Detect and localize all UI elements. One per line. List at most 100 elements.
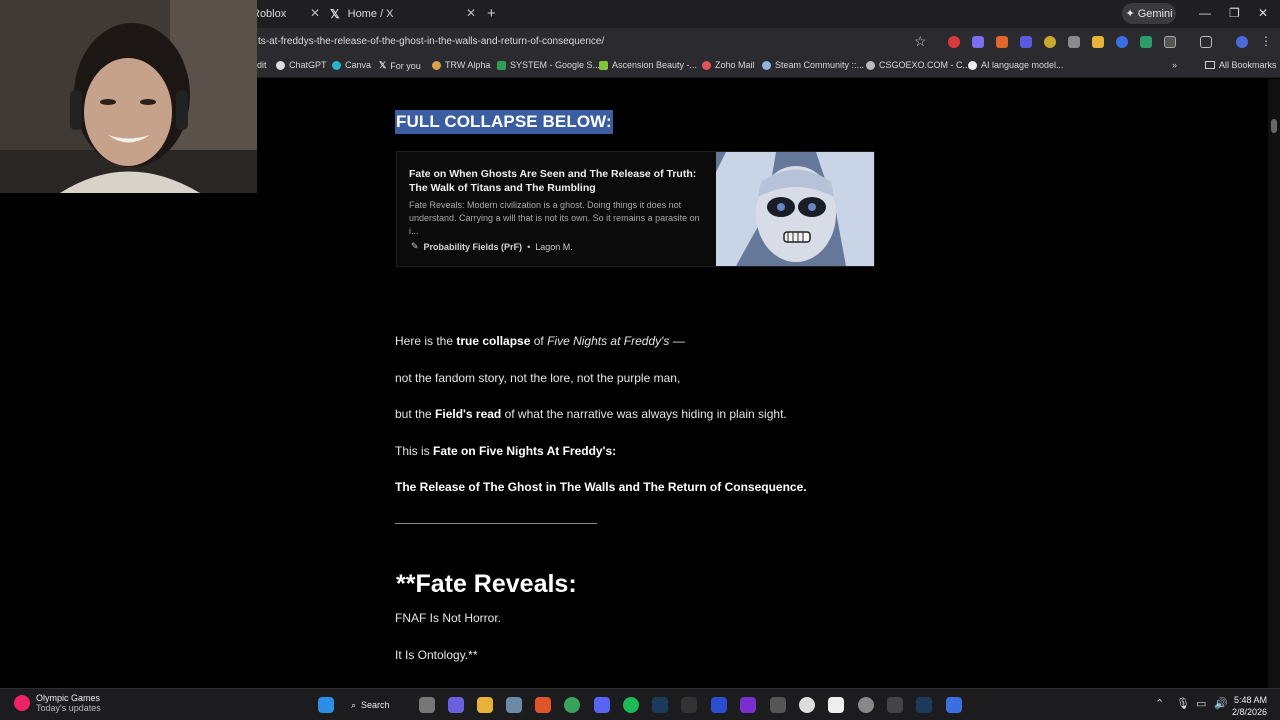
extension-icon[interactable] bbox=[996, 36, 1008, 48]
bookmark-label: Zoho Mail bbox=[715, 60, 755, 70]
more-bookmarks-icon[interactable]: » bbox=[1172, 60, 1177, 70]
news-widget[interactable]: Olympic Games Today's updates bbox=[14, 693, 101, 713]
bookmark-item[interactable]: TRW Alpha bbox=[432, 60, 490, 70]
menu-kebab-icon[interactable]: ⋮ bbox=[1260, 34, 1272, 48]
close-tab-icon[interactable]: ✕ bbox=[466, 6, 476, 20]
app-icon[interactable] bbox=[770, 697, 786, 713]
bookmark-item[interactable]: 𝕏 For you bbox=[379, 60, 421, 71]
text-run: of bbox=[530, 334, 548, 348]
chatgpt-icon bbox=[276, 60, 285, 70]
paragraph-2: not the fandom story, not the lore, not … bbox=[395, 371, 681, 385]
network-icon[interactable]: ▭ bbox=[1196, 697, 1206, 710]
gemini-button[interactable]: ✦ Gemini bbox=[1122, 3, 1176, 24]
bookmark-star-icon[interactable]: ☆ bbox=[914, 33, 927, 50]
text-run: — bbox=[669, 334, 685, 348]
embedded-article-card[interactable]: Fate on When Ghosts Are Seen and The Rel… bbox=[396, 151, 875, 267]
bookmark-item[interactable]: Steam Community ::... bbox=[762, 60, 864, 70]
tab-home-x[interactable]: 𝕏 Home / X ✕ bbox=[330, 4, 476, 24]
app-icon[interactable] bbox=[946, 697, 962, 713]
paragraph-7: It Is Ontology.** bbox=[395, 648, 478, 662]
paragraph-1: Here is the true collapse of Five Nights… bbox=[395, 334, 685, 348]
separator: • bbox=[527, 241, 531, 252]
close-window-icon[interactable]: ✕ bbox=[1258, 6, 1268, 20]
page-scrollbar[interactable] bbox=[1268, 79, 1280, 688]
tray-overflow-icon[interactable]: ⌃ bbox=[1155, 697, 1164, 710]
author-name: Lagon M. bbox=[535, 241, 573, 252]
bookmark-item[interactable]: Ascension Beauty -... bbox=[599, 60, 697, 70]
task-view-icon[interactable] bbox=[419, 697, 435, 713]
extension-icon[interactable] bbox=[1020, 36, 1032, 48]
chatgpt-icon[interactable] bbox=[799, 697, 815, 713]
minimize-icon[interactable]: — bbox=[1199, 6, 1211, 20]
new-tab-button[interactable]: + bbox=[487, 5, 496, 22]
clock-date: 2/8/2026 bbox=[1232, 707, 1268, 717]
bookmark-label: For you bbox=[390, 60, 421, 71]
scrollbar-thumb[interactable] bbox=[1271, 119, 1277, 133]
bookmark-item[interactable]: Zoho Mail bbox=[702, 60, 755, 70]
x-logo-icon: 𝕏 bbox=[379, 60, 387, 70]
settings-gear-icon[interactable] bbox=[506, 697, 522, 713]
tab-roblox[interactable]: Roblox ✕ bbox=[252, 4, 320, 24]
clock-time: 5:48 AM bbox=[1234, 695, 1268, 705]
profile-avatar[interactable] bbox=[1236, 36, 1248, 48]
tradingview-icon[interactable] bbox=[828, 697, 844, 713]
bookmark-label: AI language model... bbox=[981, 60, 1064, 70]
gemini-sparkle-icon: ✦ bbox=[1125, 8, 1135, 20]
section-divider bbox=[395, 523, 597, 524]
extension-icon[interactable] bbox=[1092, 36, 1104, 48]
bookmark-item[interactable]: dit bbox=[257, 60, 267, 70]
all-bookmarks-button[interactable]: All Bookmarks bbox=[1205, 60, 1277, 70]
tab-label: Roblox bbox=[252, 8, 287, 20]
extension-icon[interactable] bbox=[1068, 36, 1080, 48]
chrome-icon[interactable] bbox=[564, 697, 580, 713]
copilot-icon[interactable] bbox=[448, 697, 464, 713]
extension-icon[interactable] bbox=[1140, 36, 1152, 48]
paragraph-4: This is Fate on Five Nights At Freddy's: bbox=[395, 444, 616, 458]
volume-icon[interactable]: 🔊 bbox=[1214, 697, 1228, 710]
extension-icon[interactable] bbox=[972, 36, 984, 48]
trw-icon bbox=[432, 60, 441, 70]
widget-subtitle: Today's updates bbox=[36, 703, 101, 713]
card-title[interactable]: Fate on When Ghosts Are Seen and The Rel… bbox=[409, 167, 709, 195]
restore-icon[interactable]: ❐ bbox=[1229, 6, 1240, 20]
clock[interactable]: 5:48 AM 2/8/2026 bbox=[1232, 694, 1267, 718]
bookmark-item[interactable]: Canva bbox=[332, 60, 371, 70]
steam-icon[interactable] bbox=[916, 697, 932, 713]
epic-games-icon[interactable] bbox=[681, 697, 697, 713]
microphone-icon[interactable]: 🎙 bbox=[1176, 697, 1190, 710]
extension-icon[interactable] bbox=[1116, 36, 1128, 48]
olympics-icon bbox=[14, 695, 30, 711]
x-logo-icon: 𝕏 bbox=[330, 7, 340, 21]
brave-icon[interactable] bbox=[535, 697, 551, 713]
app-icon[interactable] bbox=[858, 697, 874, 713]
gemini-label: Gemini bbox=[1137, 7, 1173, 20]
app-icon[interactable] bbox=[887, 697, 903, 713]
file-explorer-icon[interactable] bbox=[477, 697, 493, 713]
zoho-mail-icon bbox=[702, 60, 711, 70]
paragraph-5: The Release of The Ghost in The Walls an… bbox=[395, 480, 807, 494]
text-run: This is bbox=[395, 444, 434, 458]
extensions-puzzle-icon[interactable] bbox=[1164, 36, 1176, 48]
app-icon[interactable] bbox=[711, 697, 727, 713]
bold-text: true collapse bbox=[456, 334, 531, 348]
windows-start-icon[interactable] bbox=[318, 697, 334, 713]
bookmark-item[interactable]: AI language model... bbox=[968, 60, 1064, 70]
folder-icon bbox=[1205, 61, 1215, 69]
bookmark-item[interactable]: SYSTEM - Google S... bbox=[497, 60, 600, 70]
extension-icon[interactable] bbox=[1044, 36, 1056, 48]
url-field[interactable]: ts-at-freddys-the-release-of-the-ghost-i… bbox=[258, 36, 604, 47]
bookmark-item[interactable]: ChatGPT bbox=[276, 60, 327, 70]
bold-text: Field's read bbox=[435, 407, 502, 421]
side-panel-icon[interactable] bbox=[1200, 36, 1212, 48]
text-run: Here is the bbox=[395, 334, 457, 348]
steam-icon[interactable] bbox=[652, 697, 668, 713]
italic-text: Five Nights at Freddy's bbox=[547, 334, 670, 348]
spotify-icon[interactable] bbox=[623, 697, 639, 713]
close-tab-icon[interactable]: ✕ bbox=[310, 6, 320, 20]
taskbar-search[interactable]: ⌕ Search bbox=[351, 696, 404, 714]
bookmark-item[interactable]: CSGOEXO.COM - C... bbox=[866, 60, 970, 70]
bookmark-label: Canva bbox=[345, 60, 372, 70]
extension-icon[interactable] bbox=[948, 36, 960, 48]
discord-icon[interactable] bbox=[594, 697, 610, 713]
app-icon[interactable] bbox=[740, 697, 756, 713]
